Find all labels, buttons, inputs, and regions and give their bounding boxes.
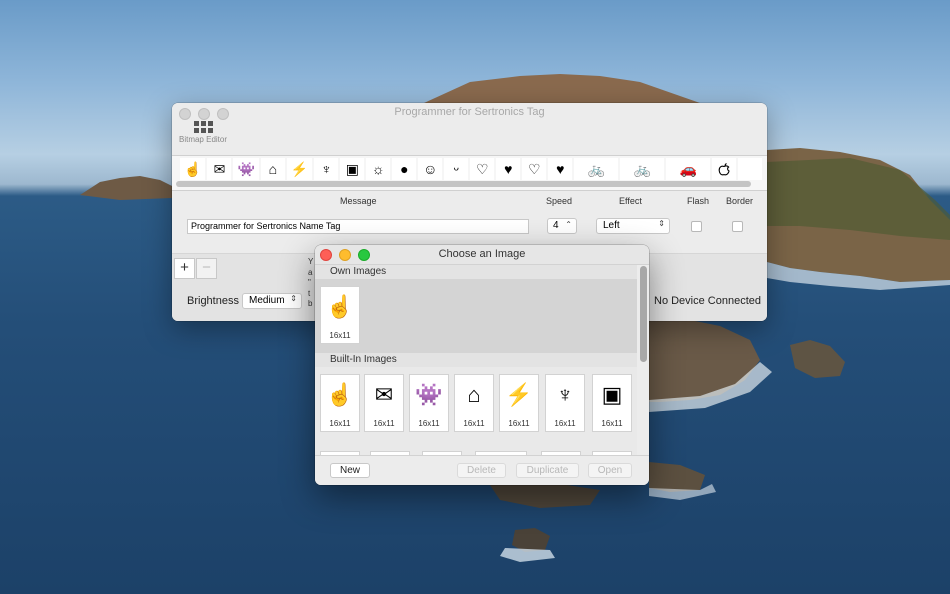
symbol-strip: ☝ ✉ 👾 ⌂ ⚡ ♆ ▣ ☼ ● ☺ ᵕ ♡ ♥ ♡ ♥ 🚲 🚲 🚗 [172, 155, 767, 191]
builtin-image-tile[interactable]: ✉ 16x11 [364, 374, 404, 432]
grid-icon [178, 121, 228, 133]
image-size: 16x11 [463, 419, 485, 428]
symbol-apple[interactable] [712, 158, 737, 180]
symbol-invader[interactable]: 👾 [233, 158, 259, 180]
image-size: 16x11 [373, 419, 395, 428]
open-button[interactable]: Open [588, 463, 632, 478]
window-title: Programmer for Sertronics Tag [394, 106, 545, 118]
effect-popup[interactable]: Left ⇕ [596, 218, 670, 234]
symbol-drive[interactable]: ▣ [340, 158, 365, 180]
dialog-title: Choose an Image [438, 248, 526, 260]
image-glyph: ☝ [326, 294, 354, 319]
builtin-image-tile[interactable]: 👾 16x11 [409, 374, 449, 432]
popup-chevron-icon: ⇕ [290, 294, 297, 303]
cart-icon: ♆ [556, 382, 574, 407]
popup-chevron-icon: ⇕ [658, 219, 665, 228]
obscured-text-3: " [308, 278, 311, 287]
symbol-bicycle[interactable]: 🚲 [574, 158, 619, 180]
effect-value: Left [603, 220, 620, 231]
stepper-arrows-icon: ⌃ [565, 220, 572, 229]
add-row-button[interactable]: + [174, 258, 195, 279]
symbol-car[interactable]: 🚗 [666, 158, 711, 180]
symbol-smiley[interactable]: ☺ [418, 158, 443, 180]
image-size: 16x11 [508, 419, 530, 428]
invader-icon: 👾 [415, 382, 443, 407]
brightness-popup[interactable]: Medium ⇕ [242, 293, 302, 309]
flash-checkbox[interactable] [691, 221, 702, 232]
symbol-grin[interactable]: ᵕ [444, 158, 469, 180]
symbol-house[interactable]: ⌂ [260, 158, 285, 180]
symbol-heart-small[interactable]: ♥ [496, 158, 521, 180]
bitmap-editor-button[interactable]: Bitmap Editor [178, 121, 228, 144]
device-status: No Device Connected [654, 295, 762, 307]
symbol-heart[interactable]: ♥ [548, 158, 573, 180]
symbol-pointing-hand[interactable]: ☝ [180, 158, 206, 180]
symbol-heart-outline[interactable]: ♡ [522, 158, 547, 180]
col-flash: Flash [687, 196, 710, 206]
main-titlebar: Programmer for Sertronics Tag Bitmap Edi… [172, 103, 767, 155]
own-image-tile[interactable]: ☝ 16x11 [320, 286, 360, 344]
col-effect: Effect [619, 196, 642, 206]
delete-button[interactable]: Delete [457, 463, 506, 478]
speed-value: 4 [553, 220, 559, 231]
obscured-text-1: Y [308, 257, 314, 266]
image-size: 16x11 [418, 419, 440, 428]
col-message: Message [340, 196, 377, 206]
border-checkbox[interactable] [732, 221, 743, 232]
symbol-cart[interactable]: ♆ [314, 158, 339, 180]
own-images-section: ☝ 16x11 [315, 279, 637, 353]
brightness-value: Medium [249, 295, 285, 306]
house-icon: ⌂ [467, 382, 481, 407]
image-size: 16x11 [329, 419, 351, 428]
lightning-icon: ⚡ [505, 382, 533, 407]
apple-icon [718, 163, 730, 176]
image-size: 16x11 [554, 419, 576, 428]
choose-image-dialog: Choose an Image Own Images ☝ 16x11 Built… [315, 245, 649, 485]
dialog-footer: New Delete Duplicate Open [315, 455, 649, 485]
image-size: 16x11 [601, 419, 623, 428]
new-button[interactable]: New [330, 463, 370, 478]
speed-stepper[interactable]: 4 ⌃ [547, 218, 577, 234]
col-speed: Speed [546, 196, 573, 206]
obscured-text-2: a [308, 268, 313, 277]
message-field[interactable]: Programmer for Sertronics Name Tag [187, 219, 529, 234]
symbol-partial[interactable] [738, 158, 763, 180]
drive-icon: ▣ [601, 382, 623, 407]
builtin-images-header: Built-In Images [315, 353, 637, 367]
dialog-scrollbar[interactable] [640, 266, 647, 362]
column-headers: Message Speed Effect Flash Border [172, 196, 767, 208]
symbol-envelope[interactable]: ✉ [207, 158, 232, 180]
symbol-dot[interactable]: ● [392, 158, 417, 180]
builtin-image-tile[interactable]: ⌂ 16x11 [454, 374, 494, 432]
obscured-text-4: t [308, 289, 311, 298]
own-images-header: Own Images [315, 265, 637, 279]
dialog-titlebar: Choose an Image [315, 245, 649, 265]
symbol-sun[interactable]: ☼ [366, 158, 391, 180]
obscured-text-5: b [308, 299, 313, 308]
symbol-bicycle-2[interactable]: 🚲 [620, 158, 665, 180]
image-size: 16x11 [329, 331, 351, 340]
builtin-images-section: ☝ 16x11 ✉ 16x11 👾 16x11 ⌂ 16x11 ⚡ 16x11 … [315, 367, 637, 455]
duplicate-button[interactable]: Duplicate [516, 463, 579, 478]
envelope-icon: ✉ [374, 382, 394, 407]
builtin-image-tile[interactable]: ⚡ 16x11 [499, 374, 539, 432]
brightness-label: Brightness [187, 295, 239, 307]
symbol-heart-outline-small[interactable]: ♡ [470, 158, 495, 180]
pointing-hand-icon: ☝ [326, 382, 354, 407]
col-border: Border [726, 196, 754, 206]
remove-row-button[interactable]: − [196, 258, 217, 279]
builtin-image-tile[interactable]: ☝ 16x11 [320, 374, 360, 432]
image-collection: Own Images ☝ 16x11 Built-In Images ☝ 16x… [315, 265, 637, 455]
builtin-image-tile[interactable]: ♆ 16x11 [545, 374, 585, 432]
builtin-image-tile[interactable]: ▣ 16x11 [592, 374, 632, 432]
symbol-lightning[interactable]: ⚡ [286, 158, 313, 180]
strip-scrollbar[interactable] [176, 181, 751, 187]
bitmap-editor-label: Bitmap Editor [178, 135, 228, 144]
